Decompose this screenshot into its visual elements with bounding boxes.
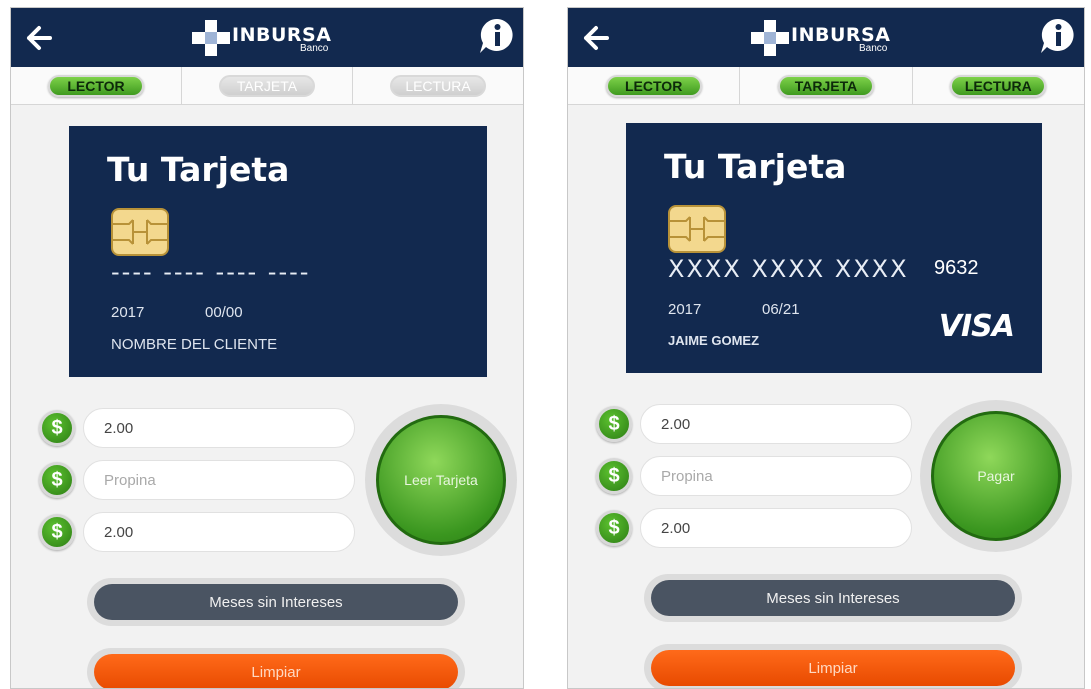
info-button[interactable] xyxy=(477,16,517,56)
clear-button[interactable]: Limpiar xyxy=(94,654,458,688)
msi-wrap: Meses sin Intereses xyxy=(644,574,1022,622)
tab-tarjeta-label: TARJETA xyxy=(219,74,315,97)
info-button[interactable] xyxy=(1038,16,1078,56)
screen-reader-step: INBURSA Banco LECTOR TARJETA LECTURA Tu … xyxy=(10,7,524,689)
tip-row: $ Propina xyxy=(596,456,914,496)
msi-button[interactable]: Meses sin Intereses xyxy=(94,584,458,620)
amount-row: $ 2.00 xyxy=(596,404,914,444)
dollar-icon: $ xyxy=(39,410,75,446)
amount-field[interactable]: 2.00 xyxy=(640,404,912,444)
tab-lector-label: LECTOR xyxy=(48,74,144,97)
logo-subtitle: Banco xyxy=(859,43,888,54)
card-number: ---- ---- ---- ---- xyxy=(111,258,311,286)
logo-subtitle: Banco xyxy=(300,43,329,54)
dollar-icon: $ xyxy=(596,406,632,442)
pay-button[interactable]: Pagar xyxy=(931,411,1061,541)
inbursa-logo: INBURSA Banco xyxy=(751,18,901,58)
tab-tarjeta-label: TARJETA xyxy=(777,74,874,97)
inbursa-logo-icon xyxy=(751,20,789,56)
card-preview: Tu Tarjeta ---- ---- ---- ---- 2017 00/0… xyxy=(69,126,487,377)
tab-lectura-label: LECTURA xyxy=(390,74,486,97)
clear-wrap: Limpiar xyxy=(644,644,1022,688)
tab-tarjeta[interactable]: TARJETA xyxy=(182,67,353,104)
step-tabs: LECTOR TARJETA LECTURA xyxy=(11,67,523,105)
card-title: Tu Tarjeta xyxy=(664,147,847,186)
card-year: 2017 xyxy=(111,304,145,321)
card-brand-logo: VISA xyxy=(938,309,1015,344)
tab-lector-label: LECTOR xyxy=(605,74,702,97)
total-field[interactable]: 2.00 xyxy=(640,508,912,548)
total-row: $ 2.00 xyxy=(596,508,914,548)
msi-wrap: Meses sin Intereses xyxy=(87,578,465,626)
tab-lector[interactable]: LECTOR xyxy=(11,67,182,104)
total-row: $ 2.00 xyxy=(39,512,357,552)
inbursa-logo: INBURSA Banco xyxy=(192,18,342,58)
card-title: Tu Tarjeta xyxy=(107,150,290,189)
amount-row: $ 2.00 xyxy=(39,408,357,448)
card-expiry: 00/00 xyxy=(205,304,243,321)
top-bar: INBURSA Banco xyxy=(568,8,1084,67)
back-arrow-icon xyxy=(584,26,609,50)
info-bubble-icon xyxy=(480,18,513,54)
dollar-icon: $ xyxy=(596,510,632,546)
tab-lectura-label: LECTURA xyxy=(950,74,1047,97)
card-preview: Tu Tarjeta XXXX XXXX XXXX 9632 2017 06/2… xyxy=(626,123,1042,373)
top-bar: INBURSA Banco xyxy=(11,8,523,67)
card-expiry: 06/21 xyxy=(762,301,800,318)
card-holder-name: JAIME GOMEZ xyxy=(668,333,760,348)
card-holder-name: NOMBRE DEL CLIENTE xyxy=(111,336,278,353)
info-bubble-icon xyxy=(1041,18,1074,54)
clear-wrap: Limpiar xyxy=(87,648,465,688)
pay-ring: Pagar xyxy=(920,400,1072,552)
tip-row: $ Propina xyxy=(39,460,357,500)
dollar-icon: $ xyxy=(596,458,632,494)
step-tabs: LECTOR TARJETA LECTURA xyxy=(568,67,1084,105)
card-last-four: 9632 xyxy=(934,257,979,279)
card-chip-icon xyxy=(111,208,169,256)
card-chip-icon xyxy=(668,205,726,253)
tip-field[interactable]: Propina xyxy=(640,456,912,496)
inbursa-logo-icon xyxy=(192,20,230,56)
total-field[interactable]: 2.00 xyxy=(83,512,355,552)
read-card-ring: Leer Tarjeta xyxy=(365,404,517,556)
card-number: XXXX XXXX XXXX xyxy=(668,255,909,283)
read-card-button[interactable]: Leer Tarjeta xyxy=(376,415,506,545)
tab-tarjeta[interactable]: TARJETA xyxy=(740,67,913,104)
amount-field[interactable]: 2.00 xyxy=(83,408,355,448)
back-arrow-icon xyxy=(27,26,52,50)
card-year: 2017 xyxy=(668,301,702,318)
screen-card-step: INBURSA Banco LECTOR TARJETA LECTURA Tu … xyxy=(567,7,1085,689)
dollar-icon: $ xyxy=(39,514,75,550)
clear-button[interactable]: Limpiar xyxy=(651,650,1015,686)
tab-lector[interactable]: LECTOR xyxy=(568,67,741,104)
dollar-icon: $ xyxy=(39,462,75,498)
back-button[interactable] xyxy=(578,20,614,56)
stage: INBURSA Banco LECTOR TARJETA LECTURA Tu … xyxy=(0,0,1091,689)
tip-field[interactable]: Propina xyxy=(83,460,355,500)
back-button[interactable] xyxy=(21,20,57,56)
tab-lectura[interactable]: LECTURA xyxy=(353,67,523,104)
msi-button[interactable]: Meses sin Intereses xyxy=(651,580,1015,616)
tab-lectura[interactable]: LECTURA xyxy=(913,67,1084,104)
